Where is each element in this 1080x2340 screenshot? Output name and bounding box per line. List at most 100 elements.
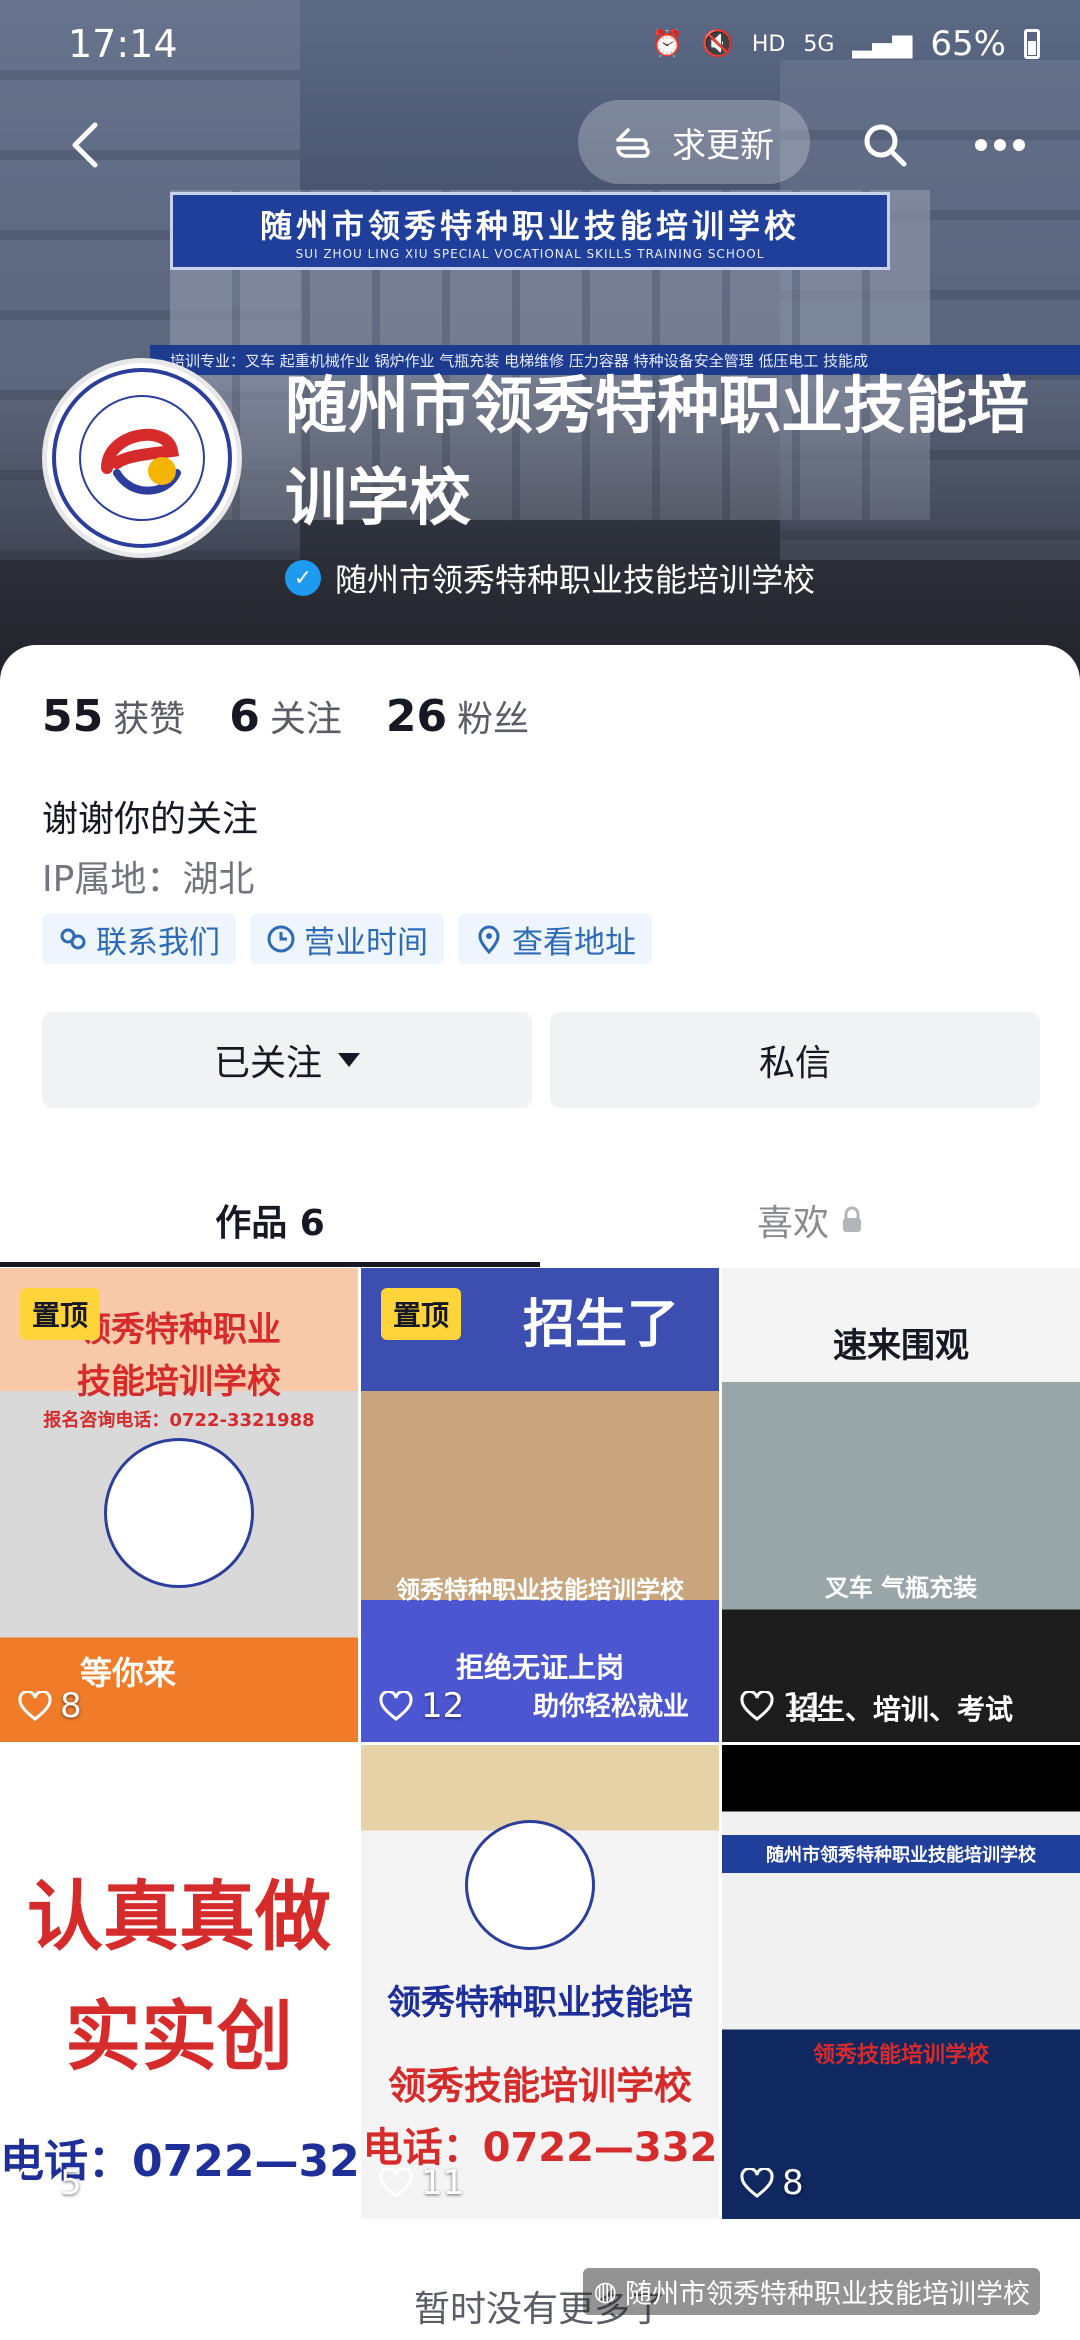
- heart-icon: [740, 2168, 774, 2198]
- school-emblem: [465, 1820, 595, 1950]
- tile-likes-count: 5: [60, 2163, 82, 2203]
- pinned-badge: 置顶: [20, 1288, 101, 1340]
- tab-indicator: [0, 1262, 540, 1267]
- message-label: 私信: [758, 1043, 831, 1084]
- avatar[interactable]: [42, 358, 242, 558]
- network-label: 5G: [803, 31, 835, 57]
- tile-subtitle: 领秀特种职业技能培训学校: [396, 1576, 684, 1604]
- stat-likes-label: 获赞: [113, 699, 186, 740]
- contact-us-label: 联系我们: [96, 924, 220, 961]
- tab-likes-label: 喜欢: [756, 1203, 829, 1244]
- verified-row: ✓ 随州市领秀特种职业技能培训学校: [285, 555, 815, 601]
- video-tile[interactable]: 速来围观 叉车 气瓶充装 招生、培训、考试 11: [722, 1268, 1080, 1742]
- tile-title: 领秀特种职业技能培: [387, 1983, 693, 2023]
- tile-likes: 5: [18, 2163, 82, 2203]
- school-sign-cn: 随州市领秀特种职业技能培训学校: [259, 207, 800, 245]
- hd-label: HD: [751, 31, 786, 57]
- school-sign: 随州市领秀特种职业技能培训学校 SUI ZHOU LING XIU SPECIA…: [170, 192, 890, 270]
- heart-icon: [379, 1691, 413, 1721]
- action-buttons: 已关注 私信: [42, 1012, 1040, 1108]
- back-button[interactable]: [50, 110, 120, 180]
- clock-icon: [267, 925, 295, 953]
- video-tile[interactable]: 招生了 领秀特种职业技能培训学校 拒绝无证上岗 助你轻松就业 置顶 12: [361, 1268, 719, 1742]
- tile-likes-count: 8: [60, 1686, 82, 1726]
- request-update-button[interactable]: 求更新: [578, 100, 810, 184]
- video-tile[interactable]: 领秀特种职业 技能培训学校 报名咨询电话：0722-3321988 等你来 置顶…: [0, 1268, 358, 1742]
- profile-bio: 谢谢你的关注: [42, 799, 259, 840]
- signal-icon: ▂▄▆: [852, 29, 913, 59]
- alarm-icon: ⏰: [651, 29, 684, 59]
- link-icon: [60, 928, 86, 950]
- video-tile[interactable]: 认真真做 实实创 电话：0722—32 5: [0, 1745, 358, 2219]
- stat-likes[interactable]: 55 获赞: [42, 690, 185, 742]
- tile-subtitle: 叉车 气瓶充装: [824, 1574, 978, 1602]
- verified-check-icon: ✓: [285, 560, 321, 596]
- tile-likes-count: 11: [782, 1686, 826, 1726]
- info-chips: 联系我们 营业时间 查看地址: [42, 914, 652, 964]
- watermark: ◍ 随州市领秀特种职业技能培训学校: [583, 2268, 1040, 2315]
- status-bar: 17:14 ⏰ 🔇 HD 5G ▂▄▆ 65%: [0, 0, 1080, 90]
- status-time: 17:14: [68, 22, 178, 66]
- heart-icon: [740, 1691, 774, 1721]
- tile-phone: 报名咨询电话：0722-3321988: [43, 1410, 315, 1431]
- stat-following-label: 关注: [269, 699, 342, 740]
- tile-subtitle: 领秀技能培训学校: [812, 2043, 989, 2068]
- wechat-icon: ◍: [593, 2276, 617, 2307]
- tile-slogan: 拒绝无证上岗: [455, 1651, 624, 1684]
- business-hours-chip[interactable]: 营业时间: [250, 914, 444, 964]
- video-tile[interactable]: 领秀特种职业技能培 领秀技能培训学校 电话：0722—332 11: [361, 1745, 719, 2219]
- school-sign-en: SUI ZHOU LING XIU SPECIAL VOCATIONAL SKI…: [295, 247, 765, 261]
- back-arrow-icon: [72, 122, 98, 168]
- school-emblem: [104, 1438, 254, 1588]
- message-button[interactable]: 私信: [550, 1012, 1040, 1108]
- request-update-label: 求更新: [672, 125, 774, 166]
- content-tabs: 作品 6 喜欢: [0, 1170, 1080, 1270]
- school-logo-icon: [52, 368, 232, 548]
- tile-title: 认真真做: [27, 1872, 331, 1961]
- search-button[interactable]: [850, 110, 920, 180]
- tile-likes: 12: [379, 1686, 464, 1726]
- following-label: 已关注: [213, 1043, 322, 1084]
- tile-likes: 8: [740, 2163, 804, 2203]
- heart-icon: [18, 2168, 52, 2198]
- caret-down-icon: [338, 1053, 360, 1067]
- tile-subtitle: 技能培训学校: [77, 1362, 281, 1402]
- video-tile[interactable]: 随州市领秀特种职业技能培训学校 领秀技能培训学校 8: [722, 1745, 1080, 2219]
- lock-icon: [843, 1206, 861, 1232]
- stat-following[interactable]: 6 关注: [229, 690, 342, 742]
- tile-likes: 8: [18, 1686, 82, 1726]
- profile-name: 随州市领秀特种职业技能培训学校: [285, 369, 1030, 534]
- stat-followers-num: 26: [385, 691, 448, 742]
- contact-us-chip[interactable]: 联系我们: [42, 914, 236, 964]
- profile-stats: 55 获赞 6 关注 26 粉丝: [42, 690, 529, 742]
- tab-works[interactable]: 作品 6: [0, 1170, 540, 1270]
- tile-likes-count: 8: [782, 2163, 804, 2203]
- tile-subtitle: 实实创: [65, 1992, 293, 2081]
- tile-likes-count: 11: [421, 2163, 465, 2203]
- watermark-text: 随州市领秀特种职业技能培训学校: [625, 2279, 1030, 2310]
- verified-name: 随州市领秀特种职业技能培训学校: [335, 561, 816, 599]
- tab-likes[interactable]: 喜欢: [540, 1170, 1080, 1270]
- more-dots-icon: [975, 139, 1025, 151]
- view-address-chip[interactable]: 查看地址: [458, 914, 652, 964]
- ip-location: IP属地：湖北: [42, 859, 255, 900]
- stat-followers-label: 粉丝: [457, 699, 530, 740]
- pinned-badge: 置顶: [381, 1288, 462, 1340]
- stat-likes-num: 55: [42, 691, 104, 742]
- heart-icon: [18, 1691, 52, 1721]
- tab-works-label: 作品 6: [215, 1203, 325, 1244]
- status-icons: ⏰ 🔇 HD 5G ▂▄▆ 65%: [651, 24, 1040, 64]
- stat-followers[interactable]: 26 粉丝: [386, 690, 529, 742]
- heart-icon: [379, 2168, 413, 2198]
- view-address-label: 查看地址: [512, 924, 636, 961]
- tile-title: 速来围观: [833, 1326, 969, 1366]
- tile-likes: 11: [740, 1686, 825, 1726]
- stat-following-num: 6: [229, 691, 260, 742]
- more-button[interactable]: [960, 110, 1040, 180]
- following-button[interactable]: 已关注: [42, 1012, 532, 1108]
- tile-title: 随州市领秀特种职业技能培训学校: [722, 1835, 1080, 1873]
- tile-likes-count: 12: [421, 1686, 465, 1726]
- mute-icon: 🔇: [701, 29, 734, 59]
- video-grid: 领秀特种职业 技能培训学校 报名咨询电话：0722-3321988 等你来 置顶…: [0, 1268, 1080, 2219]
- pointing-hand-icon: [616, 128, 650, 158]
